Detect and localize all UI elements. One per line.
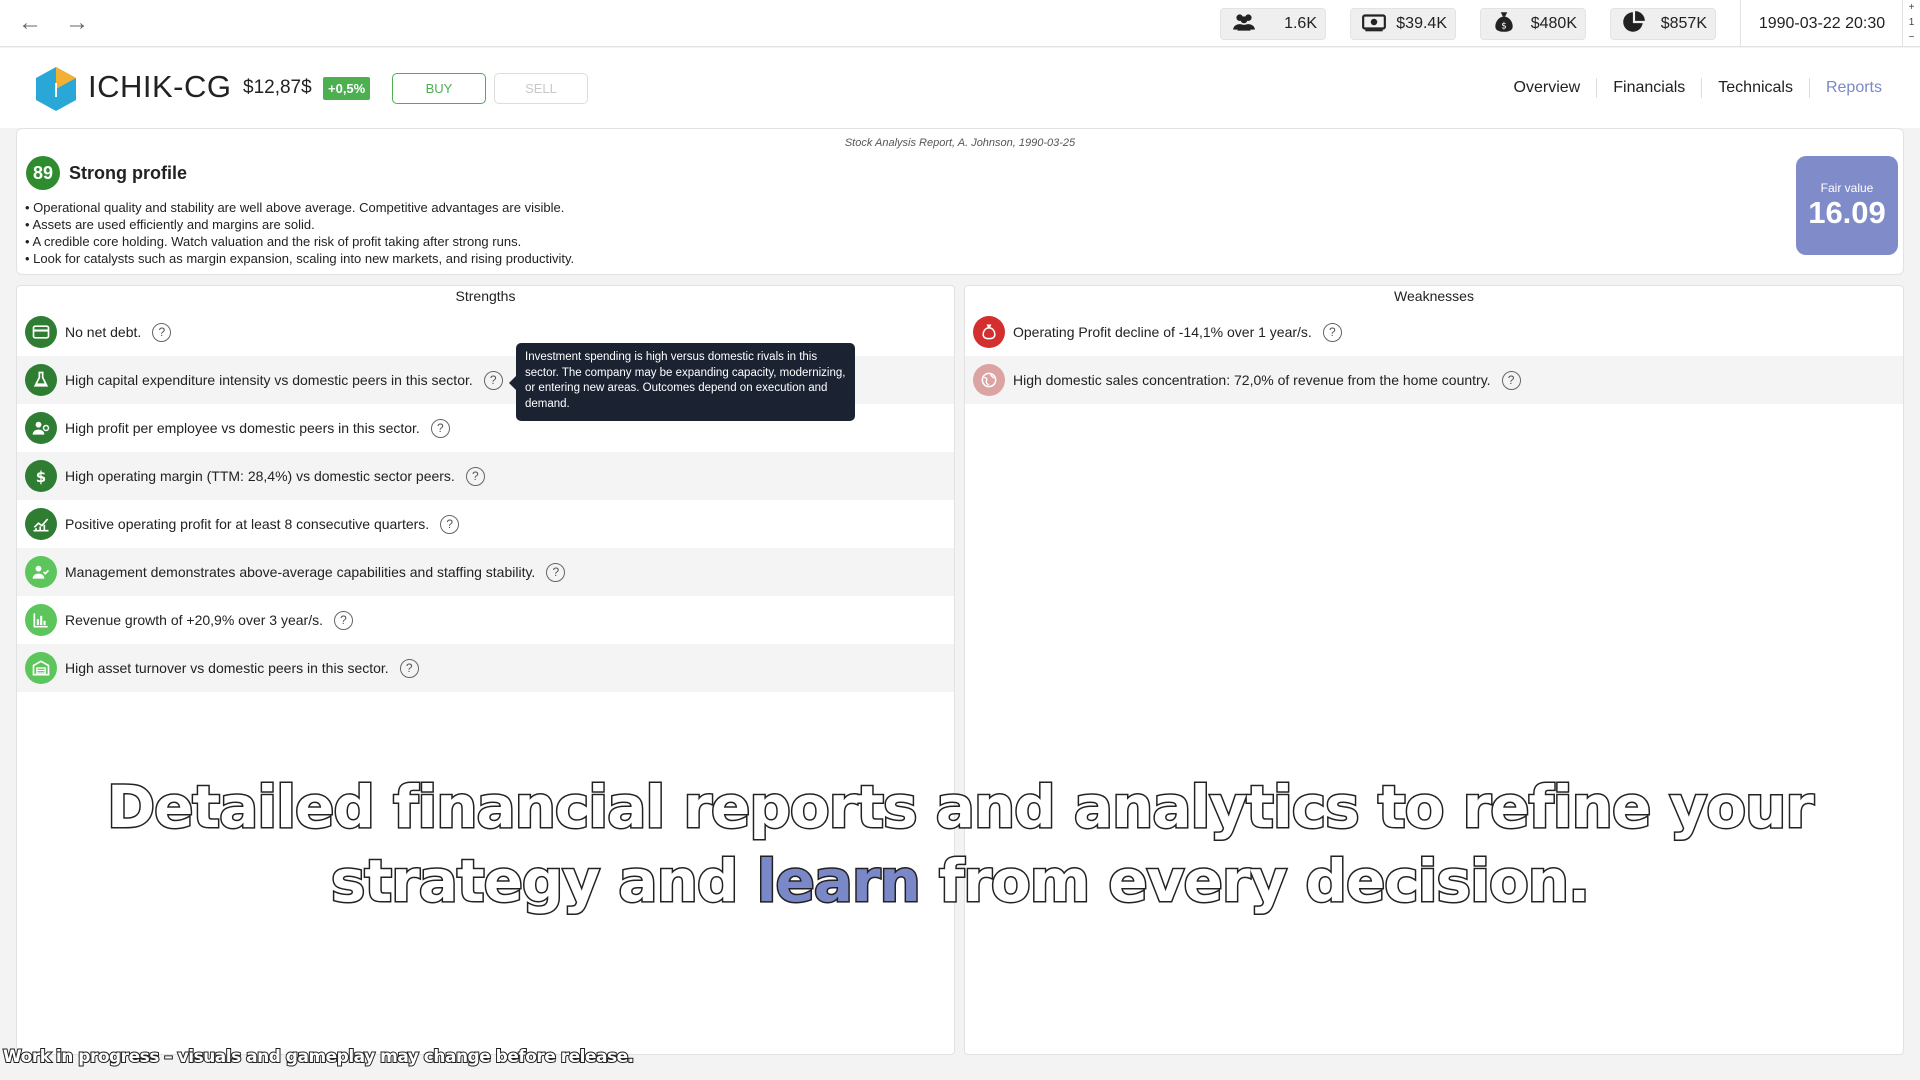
speed-value: 1 — [1908, 17, 1915, 28]
strength-row: High asset turnover vs domestic peers in… — [17, 644, 954, 692]
help-icon[interactable]: ? — [152, 322, 172, 342]
svg-text:$: $ — [1501, 21, 1507, 31]
speed-control: + 1 − — [1902, 0, 1920, 47]
ticker-symbol: ICHIK-CG — [88, 69, 232, 104]
help-icon[interactable]: ? — [483, 370, 503, 390]
stock-tabs: Overview Financials Technicals Reports — [1498, 78, 1898, 98]
report-meta: Stock Analysis Report, A. Johnson, 1990-… — [844, 137, 1076, 149]
profile-title: Strong profile — [69, 163, 187, 183]
divider — [1740, 0, 1741, 47]
money-bag-icon: $ — [1491, 9, 1517, 40]
buy-button[interactable]: BUY — [392, 73, 486, 104]
game-datetime: 1990-03-22 20:30 — [1758, 15, 1886, 32]
credit-card-icon — [25, 316, 57, 348]
tab-reports[interactable]: Reports — [1808, 78, 1898, 98]
strength-row: Management demonstrates above-average ca… — [17, 548, 954, 596]
weakness-row: Operating Profit decline of -14,1% over … — [965, 308, 1903, 356]
caption-highlight: learn — [755, 846, 922, 917]
strength-text: High asset turnover vs domestic peers in… — [65, 660, 389, 676]
summary-bullet: Look for catalysts such as margin expans… — [25, 250, 574, 267]
person-gear-icon — [25, 412, 57, 444]
weaknesses-panel: Weaknesses Operating Profit decline of -… — [964, 285, 1904, 1055]
cash-icon — [1361, 9, 1387, 40]
caption-line-2: strategy and learn from every decision. — [0, 844, 1920, 918]
strength-text: High profit per employee vs domestic pee… — [65, 420, 420, 436]
tab-technicals[interactable]: Technicals — [1701, 78, 1809, 98]
stat-value: 1.6K — [1284, 15, 1317, 32]
stat-cash[interactable]: $39.4K — [1350, 8, 1456, 40]
speed-plus-button[interactable]: + — [1903, 0, 1920, 15]
help-icon[interactable]: ? — [1322, 322, 1342, 342]
speed-minus-button[interactable]: − — [1903, 30, 1920, 45]
arrow-left-icon[interactable]: ← — [16, 10, 44, 36]
help-icon[interactable]: ? — [546, 562, 566, 582]
summary-bullets: Operational quality and stability are we… — [25, 199, 574, 267]
stat-assets[interactable]: $ $480K — [1480, 8, 1586, 40]
top-bar: ← → 1.6K $39.4K $ $480K $857K 1990-03-22… — [0, 0, 1920, 47]
summary-bullet: Assets are used efficiently and margins … — [25, 216, 574, 233]
stat-value: $480K — [1530, 15, 1577, 32]
help-icon[interactable]: ? — [465, 466, 485, 486]
help-icon[interactable]: ? — [440, 514, 460, 534]
flask-icon — [25, 364, 57, 396]
strength-text: Revenue growth of +20,9% over 3 year/s. — [65, 612, 323, 628]
sell-button[interactable]: SELL — [494, 73, 588, 104]
summary-bullet: Operational quality and stability are we… — [25, 199, 574, 216]
warehouse-icon — [25, 652, 57, 684]
arrow-right-icon[interactable]: → — [63, 10, 91, 36]
weakness-row: High domestic sales concentration: 72,0%… — [965, 356, 1903, 404]
stock-price: $12,87$ — [243, 77, 312, 98]
person-check-icon — [25, 556, 57, 588]
bar-chart-icon — [25, 604, 57, 636]
strength-text: High operating margin (TTM: 28,4%) vs do… — [65, 468, 455, 484]
globe-icon — [973, 364, 1005, 396]
svg-text:I: I — [53, 80, 59, 102]
help-icon[interactable]: ? — [399, 658, 419, 678]
strength-row: Positive operating profit for at least 8… — [17, 500, 954, 548]
fair-value-card: Fair value 16.09 — [1796, 156, 1898, 255]
people-icon — [1231, 9, 1257, 40]
help-tooltip: Investment spending is high versus domes… — [509, 343, 855, 421]
report-summary: Stock Analysis Report, A. Johnson, 1990-… — [16, 128, 1904, 275]
trend-chart-icon — [25, 508, 57, 540]
caption-line-1: Detailed financial reports and analytics… — [105, 772, 1815, 843]
help-icon[interactable]: ? — [1501, 370, 1521, 390]
price-change-badge: +0,5% — [323, 77, 371, 100]
svg-text:$: $ — [36, 468, 46, 486]
weaknesses-title: Weaknesses — [1394, 288, 1474, 304]
stat-value: $857K — [1660, 15, 1707, 32]
score-badge: 89 — [26, 156, 60, 190]
strength-row: $ High operating margin (TTM: 28,4%) vs … — [17, 452, 954, 500]
help-icon[interactable]: ? — [333, 610, 353, 630]
pie-chart-icon — [1621, 9, 1647, 40]
dollar-icon: $ — [25, 460, 57, 492]
wip-notice: Work in progress – visuals and gameplay … — [2, 1046, 635, 1068]
stat-value: $39.4K — [1396, 15, 1447, 32]
caption-text: from every decision. — [919, 846, 1592, 917]
strength-text: High capital expenditure intensity vs do… — [65, 372, 473, 388]
strength-text: No net debt. — [65, 324, 142, 340]
stat-employees[interactable]: 1.6K — [1220, 8, 1326, 40]
money-bag-icon — [973, 316, 1005, 348]
promo-caption: Detailed financial reports and analytics… — [0, 770, 1920, 918]
tab-overview[interactable]: Overview — [1498, 78, 1597, 98]
help-icon[interactable]: ? — [430, 418, 450, 438]
strength-text: Management demonstrates above-average ca… — [65, 564, 536, 580]
strengths-title: Strengths — [455, 288, 516, 304]
fair-value-label: Fair value — [1820, 181, 1874, 195]
company-logo: I — [34, 66, 78, 112]
stat-portfolio[interactable]: $857K — [1610, 8, 1716, 40]
stock-header: I ICHIK-CG $12,87$ +0,5% BUY SELL Overvi… — [0, 48, 1920, 128]
strength-text: Positive operating profit for at least 8… — [65, 516, 430, 532]
fair-value-number: 16.09 — [1808, 195, 1886, 230]
caption-text: strategy and — [329, 846, 757, 917]
weakness-text: High domestic sales concentration: 72,0%… — [1013, 372, 1491, 388]
strength-row: Revenue growth of +20,9% over 3 year/s. … — [17, 596, 954, 644]
tab-financials[interactable]: Financials — [1596, 78, 1701, 98]
weakness-text: Operating Profit decline of -14,1% over … — [1013, 324, 1312, 340]
summary-bullet: A credible core holding. Watch valuation… — [25, 233, 574, 250]
